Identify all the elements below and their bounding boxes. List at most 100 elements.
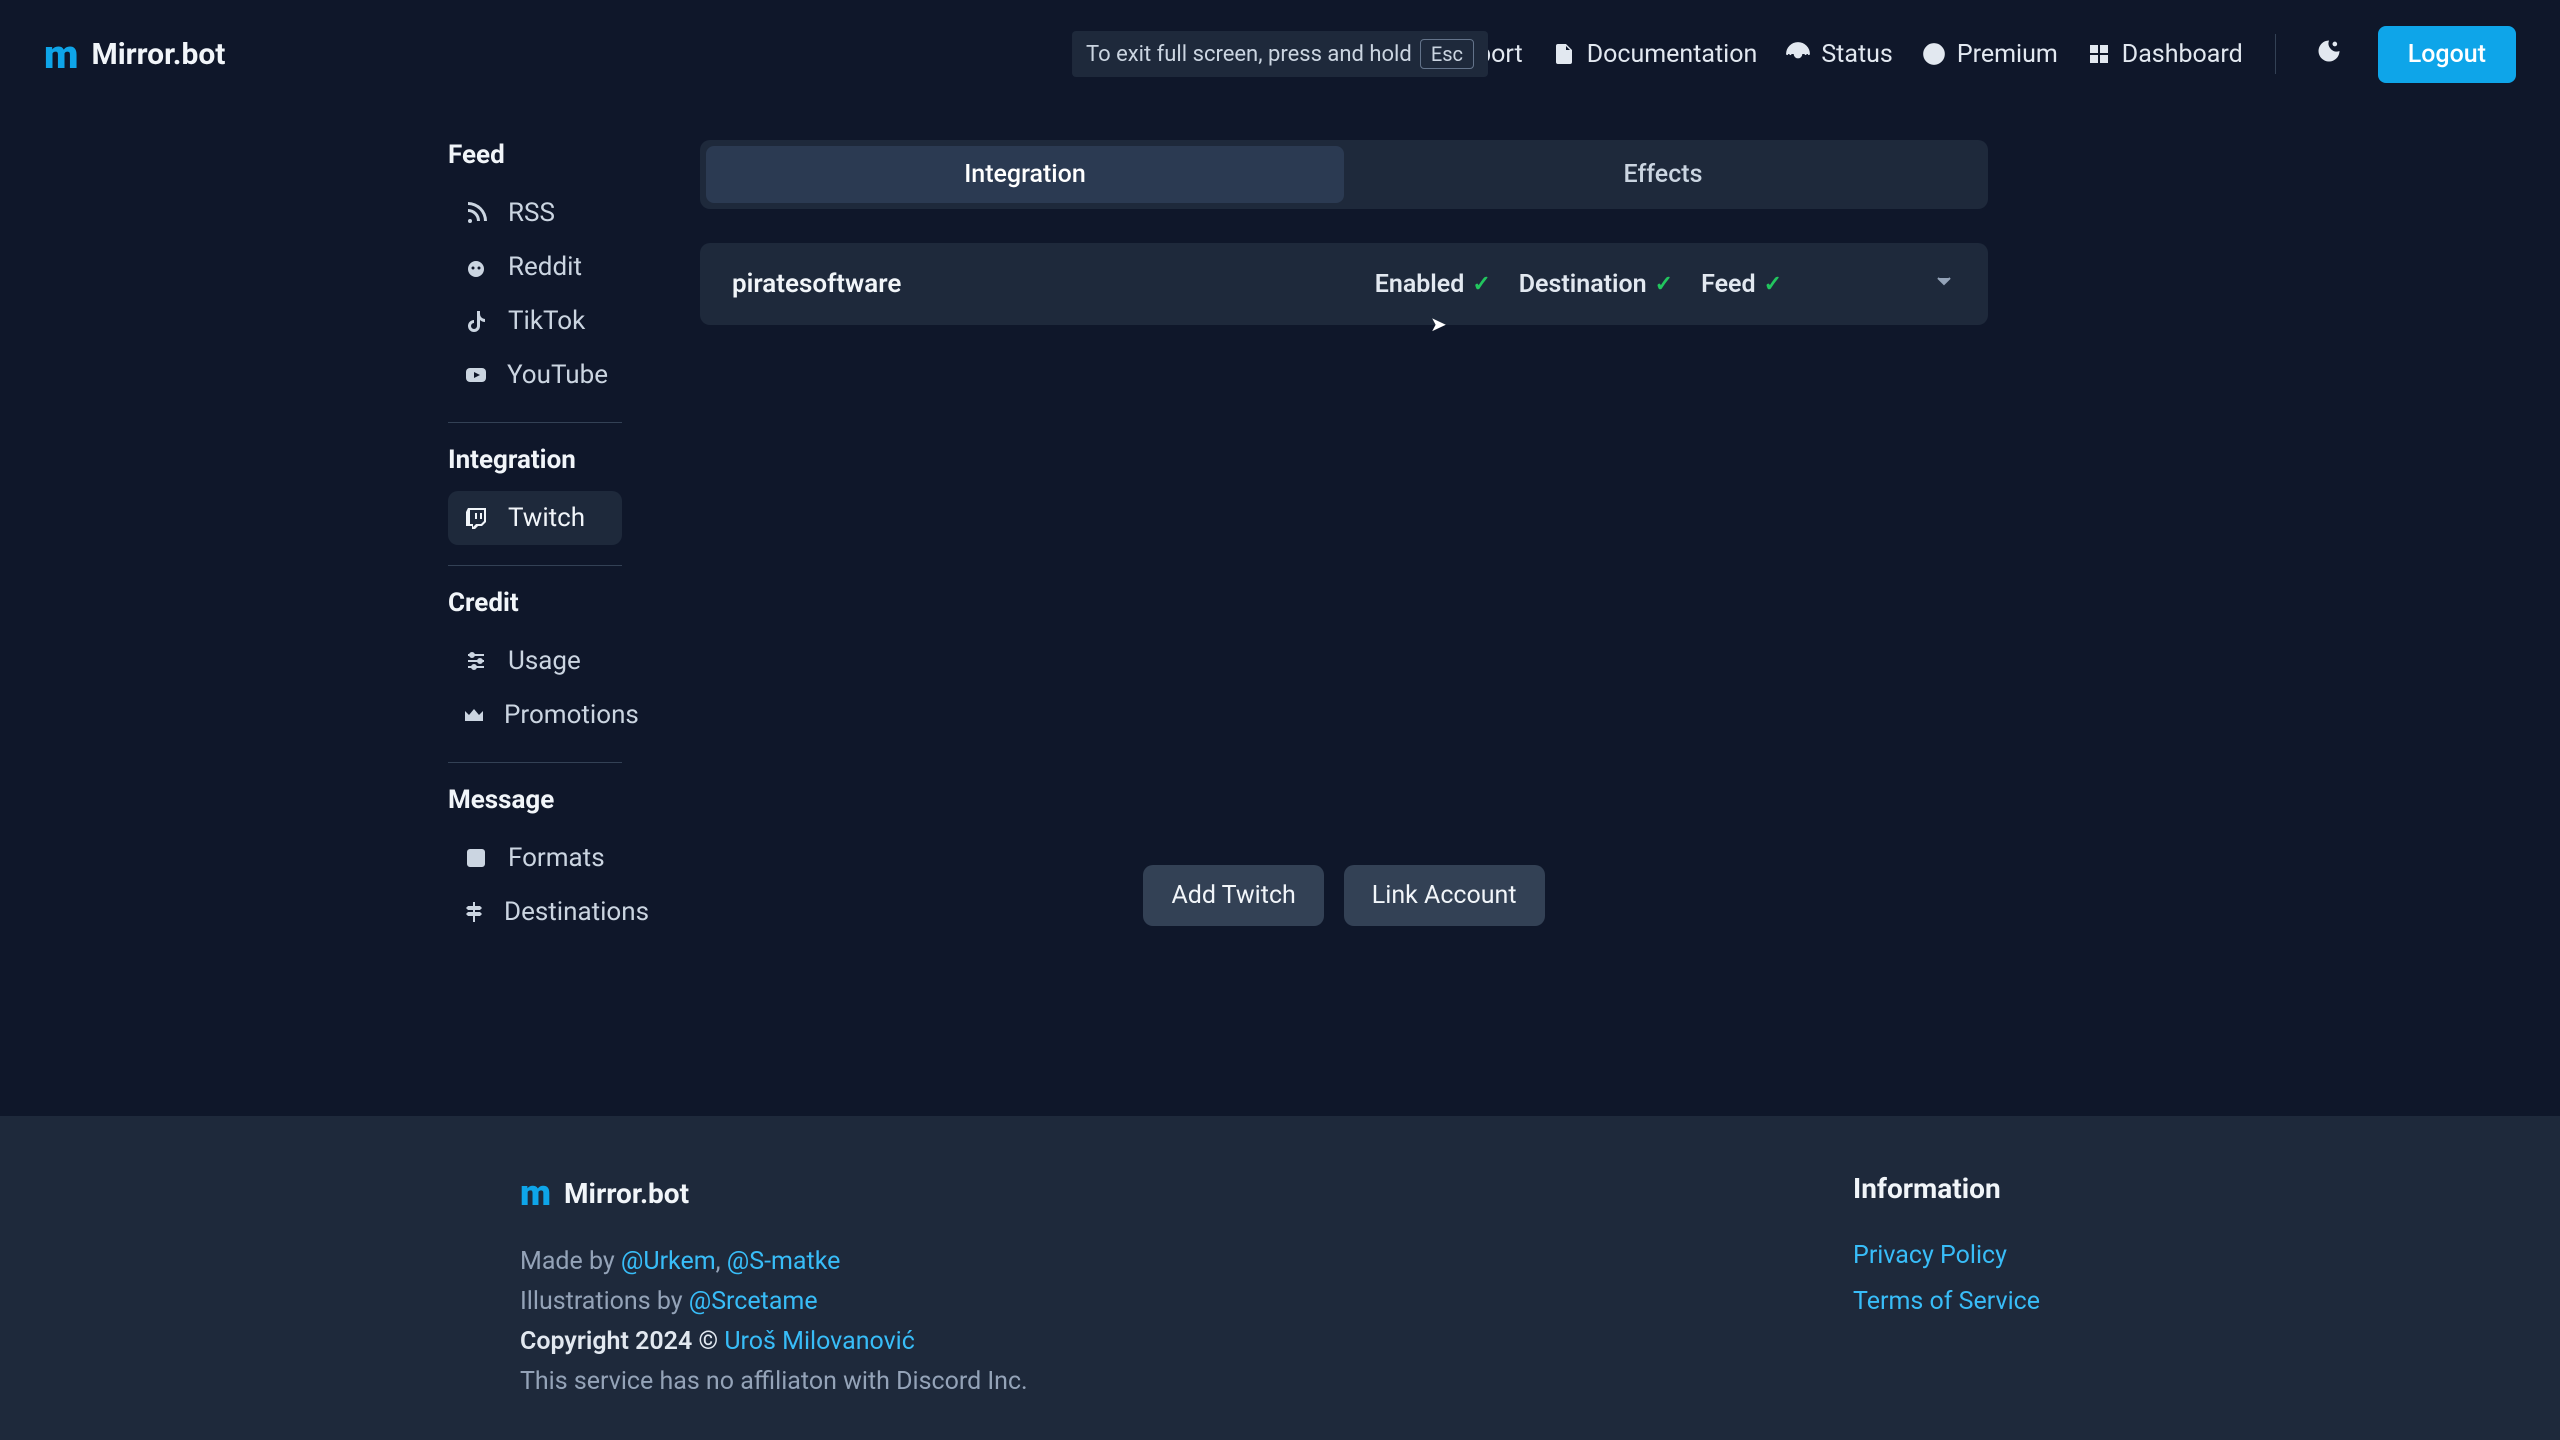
nav-premium[interactable]: Premium [1921,40,2058,69]
logo-icon: m [44,31,75,78]
footer-link-privacy[interactable]: Privacy Policy [1853,1233,2040,1279]
dashboard-icon [2086,41,2112,67]
rss-icon [462,199,490,227]
sidebar: Feed RSS Reddit TikTok YouTube Integrati… [0,140,700,1116]
status-destination: Destination ✓ [1519,270,1673,299]
list-icon [462,844,490,872]
action-row: Add Twitch Link Account [700,865,1988,926]
status-enabled: Enabled ✓ [1375,270,1491,299]
made-by-sep: , [716,1247,727,1276]
logout-button[interactable]: Logout [2378,26,2516,83]
sidebar-item-label: Formats [508,843,605,873]
twitch-icon [462,504,490,532]
sidebar-section-integration: Integration Twitch [448,445,622,545]
footer-brand-name: Mirror.bot [564,1177,689,1210]
premium-icon [1921,41,1947,67]
header: m Mirror.bot To exit full screen, press … [0,0,2560,108]
status-feed-label: Feed [1701,270,1755,299]
document-icon [1551,41,1577,67]
footer-copyright: Copyright 2024 © Uroš Milovanović [520,1322,1028,1362]
made-by-link-1[interactable]: @Urkem [621,1247,716,1276]
signpost-icon [462,898,486,926]
nav-premium-label: Premium [1957,40,2058,69]
nav-dashboard-label: Dashboard [2122,40,2243,69]
sidebar-item-label: Twitch [508,503,585,533]
divider [2275,34,2276,74]
footer-info-heading: Information [1853,1172,2040,1205]
sidebar-heading-feed: Feed [448,140,622,170]
made-by-link-2[interactable]: @S-matke [727,1247,841,1276]
nav-status-label: Status [1821,40,1892,69]
sidebar-item-label: TikTok [508,306,585,336]
sidebar-section-feed: Feed RSS Reddit TikTok YouTube [448,140,622,402]
status-enabled-label: Enabled [1375,270,1465,299]
tab-effects[interactable]: Effects [1344,146,1982,203]
sidebar-divider [448,565,622,566]
integration-row[interactable]: piratesoftware Enabled ✓ Destination ✓ F… [700,243,1988,325]
illustrations-prefix: Illustrations by [520,1287,689,1316]
copyright-prefix: Copyright 2024 © [520,1327,724,1356]
esc-key: Esc [1420,39,1474,69]
sidebar-item-label: Promotions [504,700,639,730]
sidebar-item-rss[interactable]: RSS [448,186,622,240]
theme-icon [2315,37,2343,71]
sidebar-divider [448,422,622,423]
integration-status-group: Enabled ✓ Destination ✓ Feed ✓ [1375,270,1782,299]
sidebar-item-destinations[interactable]: Destinations [448,885,622,939]
sidebar-item-promotions[interactable]: Promotions [448,688,622,742]
sidebar-heading-integration: Integration [448,445,622,475]
footer: m Mirror.bot Made by @Urkem, @S-matke Il… [0,1116,2560,1440]
nav-documentation-label: Documentation [1587,40,1758,69]
sidebar-item-tiktok[interactable]: TikTok [448,294,622,348]
copyright-name[interactable]: Uroš Milovanović [724,1327,915,1356]
sidebar-item-label: YouTube [507,360,608,390]
check-icon: ✓ [1472,272,1490,297]
check-icon: ✓ [1655,272,1673,297]
brand-name: Mirror.bot [91,37,225,72]
illustrations-link[interactable]: @Srcetame [689,1287,818,1316]
header-nav: Support Documentation Status Premium Das… [1398,26,2516,83]
footer-right: Information Privacy Policy Terms of Serv… [1853,1172,2560,1440]
footer-links: Privacy Policy Terms of Service [1853,1233,2040,1325]
sidebar-item-reddit[interactable]: Reddit [448,240,622,294]
sidebar-item-youtube[interactable]: YouTube [448,348,622,402]
chevron-down-icon[interactable] [1932,269,1956,299]
footer-illustrations: Illustrations by @Srcetame [520,1282,1028,1322]
nav-dashboard[interactable]: Dashboard [2086,40,2243,69]
sidebar-item-usage[interactable]: Usage [448,634,622,688]
made-by-prefix: Made by [520,1247,621,1276]
tiktok-icon [462,307,490,335]
integration-name: piratesoftware [732,269,1375,299]
sidebar-heading-credit: Credit [448,588,622,618]
youtube-icon [462,361,489,389]
brand-group[interactable]: m Mirror.bot [44,31,225,78]
footer-brand[interactable]: m Mirror.bot [520,1172,1028,1214]
sidebar-section-message: Message Formats Destinations [448,785,622,939]
footer-link-terms[interactable]: Terms of Service [1853,1279,2040,1325]
nav-status[interactable]: Status [1785,40,1892,69]
sliders-icon [462,647,490,675]
sidebar-item-formats[interactable]: Formats [448,831,622,885]
tabs: Integration Effects [700,140,1988,209]
main: Feed RSS Reddit TikTok YouTube Integrati… [0,108,2560,1116]
reddit-icon [462,253,490,281]
fullscreen-hint-text: To exit full screen, press and hold [1086,42,1412,67]
footer-disclaimer: This service has no affiliaton with Disc… [520,1362,1028,1402]
logo-icon: m [520,1172,548,1214]
nav-documentation[interactable]: Documentation [1551,40,1758,69]
sidebar-item-label: Destinations [504,897,649,927]
sidebar-item-label: Reddit [508,252,582,282]
sidebar-heading-message: Message [448,785,622,815]
crown-icon [462,701,486,729]
theme-toggle[interactable] [2308,33,2350,75]
status-icon [1785,41,1811,67]
add-twitch-button[interactable]: Add Twitch [1143,865,1323,926]
sidebar-section-credit: Credit Usage Promotions [448,588,622,742]
footer-made-by: Made by @Urkem, @S-matke [520,1242,1028,1282]
status-destination-label: Destination [1519,270,1647,299]
check-icon: ✓ [1764,272,1782,297]
sidebar-divider [448,762,622,763]
sidebar-item-twitch[interactable]: Twitch [448,491,622,545]
tab-integration[interactable]: Integration [706,146,1344,203]
link-account-button[interactable]: Link Account [1344,865,1545,926]
